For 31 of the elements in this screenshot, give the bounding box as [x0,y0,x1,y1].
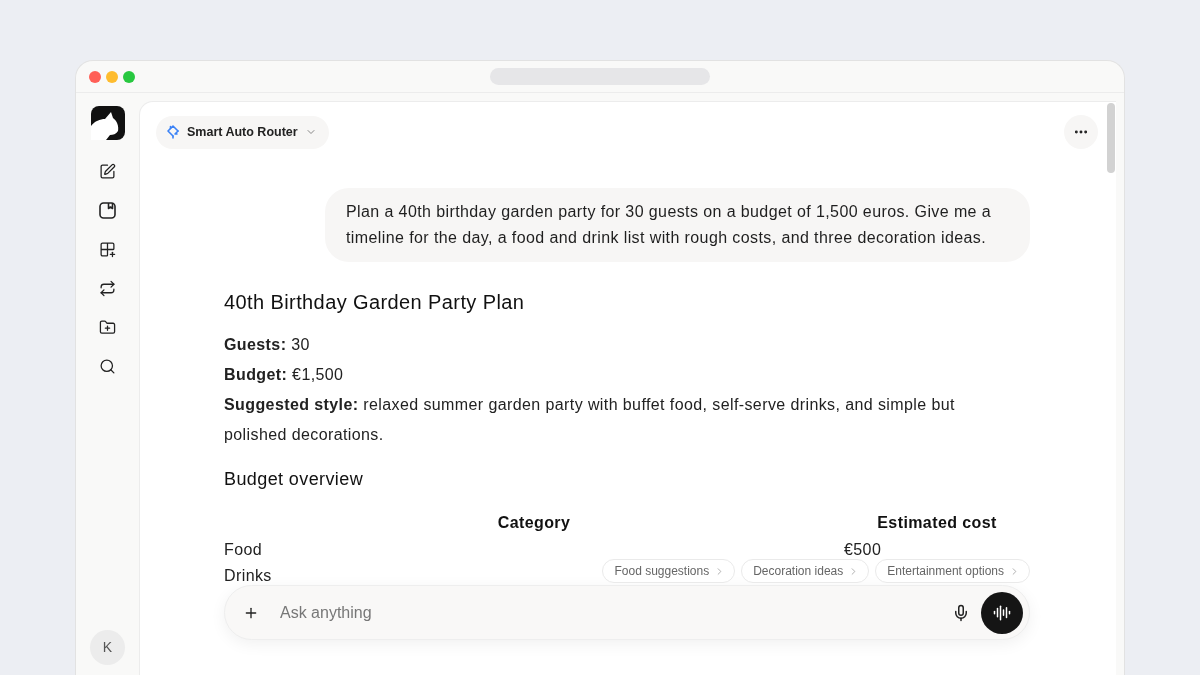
message-input[interactable]: Ask anything [280,600,952,625]
window-close-icon[interactable] [89,70,101,83]
detail-paragraph: Budget: €1,500 [224,365,345,385]
microphone-icon[interactable] [952,603,970,622]
section-heading: Budget overview [224,468,365,491]
bookmark-square-icon[interactable] [99,202,116,219]
voice-mode-button[interactable] [981,591,1023,634]
route-arrows-icon [166,125,180,139]
repeat-arrows-icon[interactable] [99,280,116,297]
table-cell: €500 [844,541,882,559]
table-cell: Food [224,541,263,559]
waveform-icon [993,603,1011,622]
composer-bar[interactable]: Ask anything [224,585,1030,640]
scrollbar-thumb[interactable] [1106,103,1115,173]
detail-paragraph: Guests: 30 [224,335,311,355]
user-message: Plan a 40th birthday garden party for 30 guests on a budget of 1,500 euros. Give me a timeline for the day, a food and drink list with rough costs, and three decoration ideas. [325,188,1030,262]
pencil-square-icon[interactable] [99,163,116,180]
search-icon[interactable] [99,358,116,375]
user-avatar[interactable]: K [90,630,125,665]
folder-plus-icon[interactable] [99,319,116,336]
logo-icon[interactable] [90,106,125,140]
suggestion-chip[interactable]: Food suggestions [602,559,736,583]
column-header: Category [497,514,571,532]
detail-paragraph: Suggested style: relaxed summer garden party with buffet food, self-serve drinks, and simple but polished decorations. [224,395,956,445]
response-title: 40th Birthday Garden Party Plan [224,290,526,315]
suggestion-chip[interactable]: Decoration ideas [741,559,870,583]
table-cell: Drinks [224,567,272,585]
model-selector[interactable]: Smart Auto Router [156,115,329,149]
grid-plus-icon[interactable] [99,241,116,258]
column-header: Estimated cost [877,514,997,532]
suggestion-chip[interactable]: Entertainment options [875,559,1030,583]
